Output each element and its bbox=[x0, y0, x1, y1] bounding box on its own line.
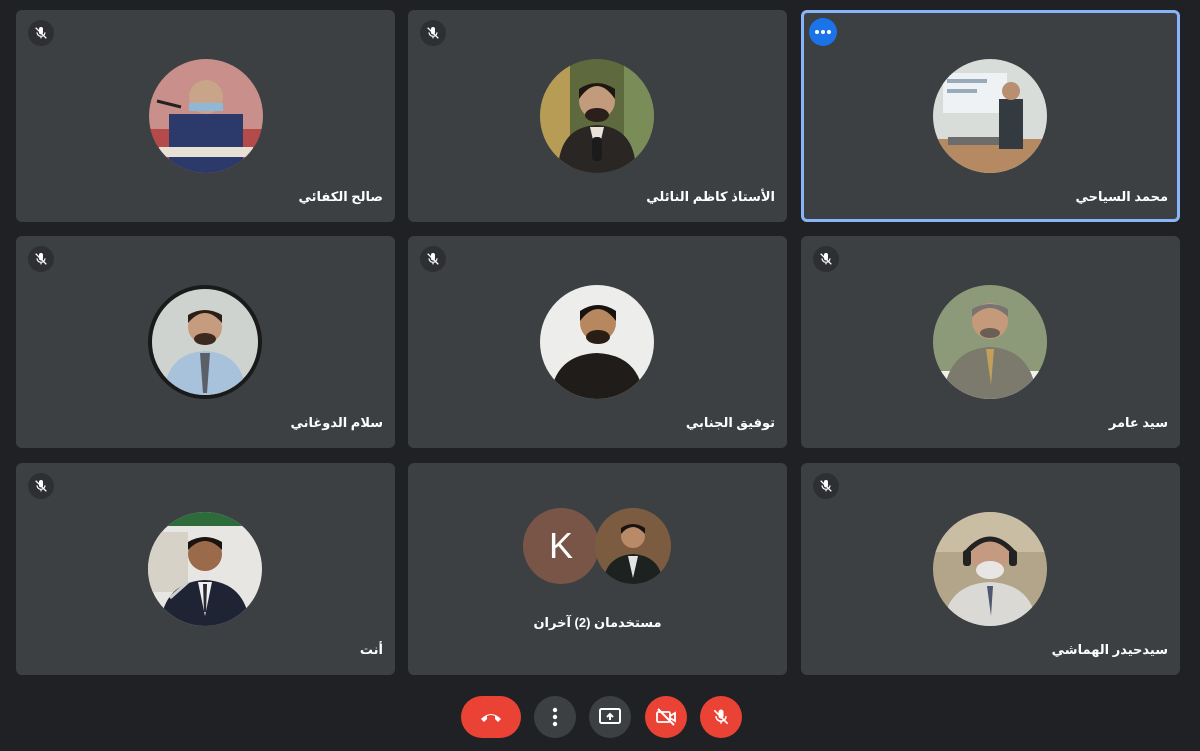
hang-up-icon bbox=[481, 714, 501, 722]
participant-tile-2[interactable]: الأستاذ كاظم النائلي bbox=[408, 10, 787, 222]
participant-name: الأستاذ كاظم النائلي bbox=[646, 189, 775, 204]
participant-tile-9[interactable]: سيدحيدر الهماشي bbox=[801, 463, 1180, 675]
avatar-initial: K bbox=[523, 508, 599, 584]
present-screen-icon bbox=[599, 708, 621, 724]
mic-off-icon bbox=[420, 20, 446, 46]
mic-off-icon bbox=[711, 707, 731, 727]
mic-off-icon bbox=[28, 20, 54, 46]
camera-off-button[interactable] bbox=[645, 696, 687, 738]
participant-name: سيدحيدر الهماشي bbox=[1051, 642, 1168, 657]
mic-off-icon bbox=[28, 473, 54, 499]
more-options-icon[interactable] bbox=[809, 18, 837, 46]
participant-name: سلام الدوغاني bbox=[290, 415, 383, 430]
participant-tile-3[interactable]: محمد السياحي bbox=[801, 10, 1180, 222]
mic-off-icon bbox=[813, 473, 839, 499]
more-options-button[interactable] bbox=[534, 696, 576, 738]
participant-name: توفيق الجنابي bbox=[685, 415, 775, 430]
more-options-icon bbox=[552, 707, 558, 727]
avatar bbox=[148, 512, 262, 626]
avatar bbox=[933, 59, 1047, 173]
mic-off-button[interactable] bbox=[700, 696, 742, 738]
avatar bbox=[933, 285, 1047, 399]
avatar bbox=[149, 59, 263, 173]
hang-up-button[interactable] bbox=[461, 696, 521, 738]
participant-tile-1[interactable]: صالح الكفائي bbox=[16, 10, 395, 222]
participant-name: أنت bbox=[359, 642, 383, 657]
mic-off-icon bbox=[813, 246, 839, 272]
participant-name: صالح الكفائي bbox=[298, 189, 383, 204]
participant-name: مستخدمان (2) آخران bbox=[533, 615, 662, 630]
avatar bbox=[540, 59, 654, 173]
camera-off-icon bbox=[656, 708, 676, 726]
mic-off-icon bbox=[420, 246, 446, 272]
avatar bbox=[148, 285, 262, 399]
participant-name: محمد السياحي bbox=[1075, 189, 1168, 204]
participant-name: سيد عامر bbox=[1108, 415, 1168, 430]
participant-tile-7[interactable]: أنت bbox=[16, 463, 395, 675]
avatar bbox=[540, 285, 654, 399]
participant-tile-6[interactable]: سيد عامر bbox=[801, 236, 1180, 448]
avatar bbox=[595, 508, 671, 584]
participant-tile-4[interactable]: سلام الدوغاني bbox=[16, 236, 395, 448]
avatar bbox=[933, 512, 1047, 626]
participant-tile-5[interactable]: توفيق الجنابي bbox=[408, 236, 787, 448]
mic-off-icon bbox=[28, 246, 54, 272]
present-screen-button[interactable] bbox=[589, 696, 631, 738]
participant-tile-8[interactable]: K مستخدمان (2) آخران bbox=[408, 463, 787, 675]
